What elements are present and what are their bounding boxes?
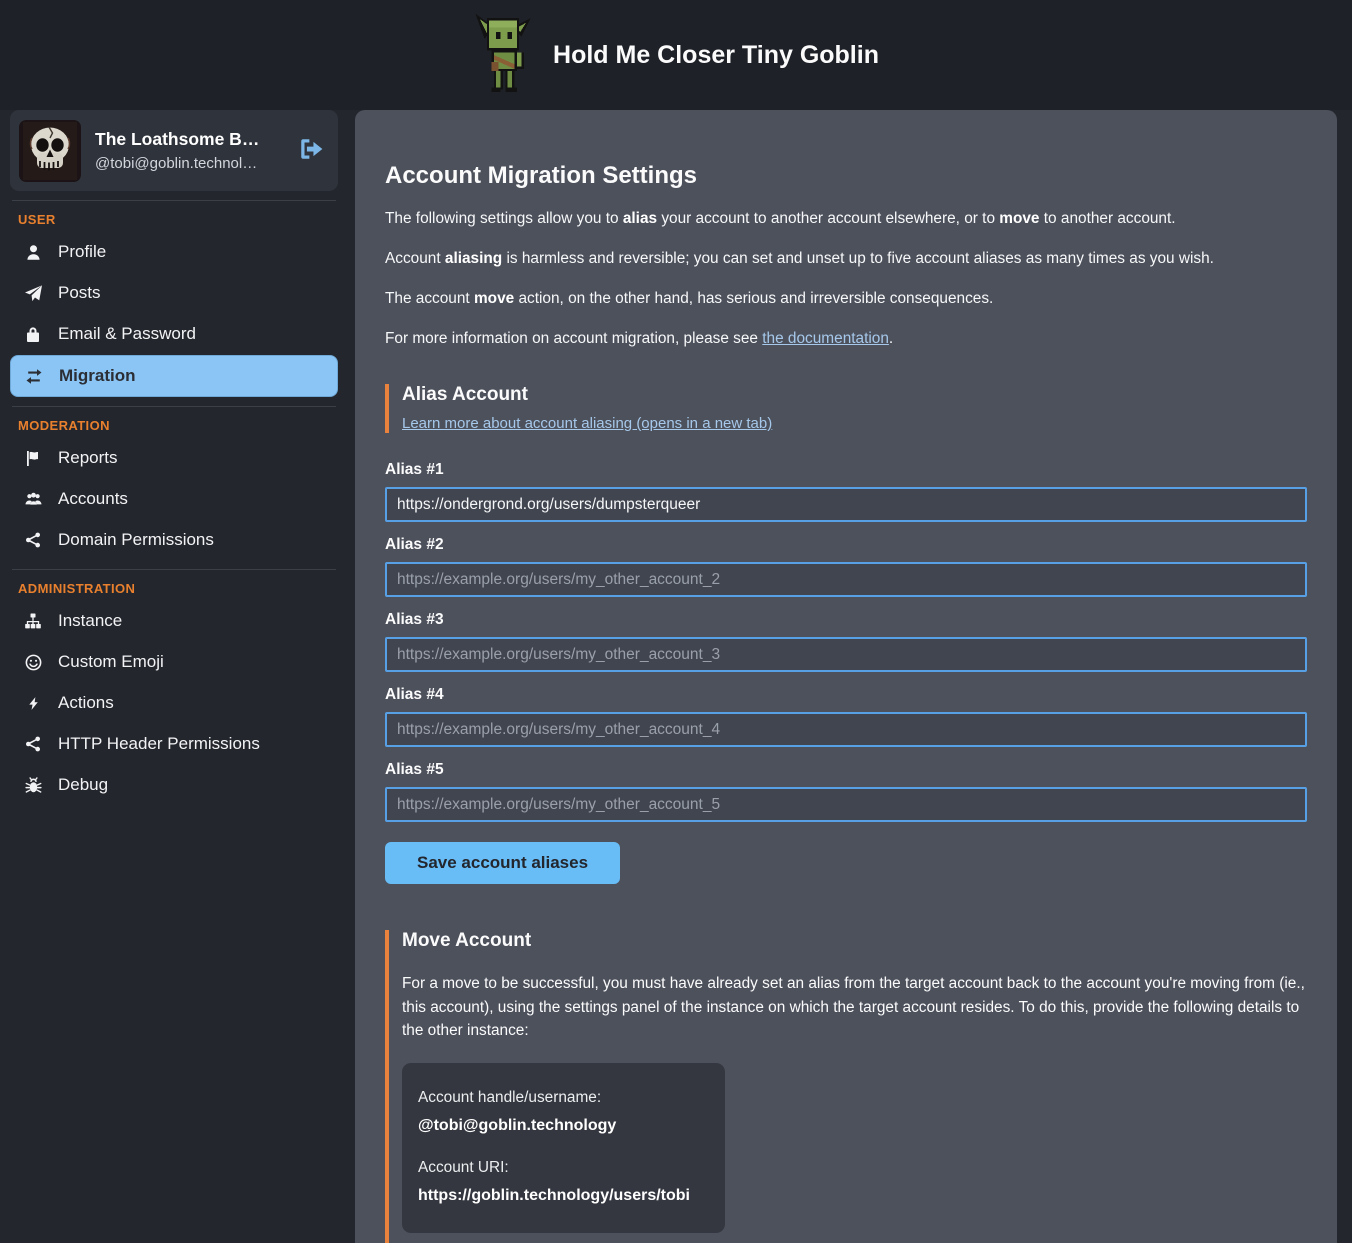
move-section-heading: Move Account [402,930,1307,952]
share-nodes-icon [23,736,43,752]
sidebar-item-posts[interactable]: Posts [10,273,338,313]
sidebar-item-label: Migration [59,366,136,386]
save-account-aliases-button[interactable]: Save account aliases [385,842,620,884]
account-uri-value: https://goblin.technology/users/tobi [418,1187,707,1205]
sidebar-item-label: HTTP Header Permissions [58,734,260,754]
sidebar-divider [12,569,336,570]
flag-icon [23,450,43,466]
migration-settings-panel: Account Migration Settings The following… [355,110,1337,1243]
sidebar-item-migration[interactable]: Migration [10,355,338,397]
user-meta: The Loathsome B… @tobi@goblin.technol… [95,129,282,172]
user-card[interactable]: The Loathsome B… @tobi@goblin.technol… [10,110,338,191]
sidebar-item-http-header-permissions[interactable]: HTTP Header Permissions [10,724,338,764]
sidebar-item-debug[interactable]: Debug [10,765,338,805]
alias-3-label: Alias #3 [385,611,1307,629]
sidebar-divider [12,200,336,201]
sign-out-button[interactable] [296,134,326,167]
account-handle-value: @tobi@goblin.technology [418,1117,707,1135]
share-nodes-icon [23,532,43,548]
sidebar-item-label: Reports [58,448,118,468]
sidebar-item-label: Posts [58,283,101,303]
sidebar-item-actions[interactable]: Actions [10,683,338,723]
intro-paragraph: The account move action, on the other ha… [385,287,1307,310]
alias-1-input[interactable] [385,487,1307,522]
sitemap-icon [23,613,43,629]
skull-avatar [19,120,81,182]
exchange-arrows-icon [24,368,44,384]
sidebar-item-label: Accounts [58,489,128,509]
nav-category-user: USER [18,212,338,227]
alias-2-label: Alias #2 [385,536,1307,554]
account-handle-label: Account handle/username: [418,1089,707,1107]
details-gap [418,1135,707,1159]
paper-plane-icon [23,285,43,301]
settings-sidebar: The Loathsome B… @tobi@goblin.technol… U… [10,110,338,806]
instance-header: Hold Me Closer Tiny Goblin [0,0,1352,110]
sidebar-item-label: Email & Password [58,324,196,344]
inline-link[interactable]: the documentation [762,330,889,347]
instance-title: Hold Me Closer Tiny Goblin [553,41,879,70]
user-display-name: The Loathsome B… [95,129,282,150]
alias-learn-more-link[interactable]: Learn more about account aliasing (opens… [402,415,772,432]
sidebar-item-label: Instance [58,611,122,631]
sidebar-item-custom-emoji[interactable]: Custom Emoji [10,642,338,682]
sidebar-item-email-password[interactable]: Email & Password [10,314,338,354]
alias-1-label: Alias #1 [385,461,1307,479]
goblin-pixel-logo [473,11,533,99]
sign-out-icon [298,136,324,162]
sidebar-item-label: Domain Permissions [58,530,214,550]
alias-4-input[interactable] [385,712,1307,747]
alias-section-heading: Alias Account [402,384,1307,406]
sidebar-item-instance[interactable]: Instance [10,601,338,641]
bug-icon [23,777,43,793]
smile-icon [23,654,43,670]
sidebar-item-label: Profile [58,242,106,262]
alias-4-label: Alias #4 [385,686,1307,704]
sidebar-item-accounts[interactable]: Accounts [10,479,338,519]
account-uri-label: Account URI: [418,1159,707,1177]
move-paragraph: For a move to be successful, you must ha… [402,972,1307,1043]
nav-category-moderation: MODERATION [18,418,338,433]
move-account-section: Move Account For a move to be successful… [385,930,1307,1243]
user-icon [23,244,43,260]
alias-5-input[interactable] [385,787,1307,822]
alias-2-input[interactable] [385,562,1307,597]
page-title: Account Migration Settings [385,162,1307,190]
nav-category-administration: ADMINISTRATION [18,581,338,596]
account-details-box: Account handle/username: @tobi@goblin.te… [402,1063,725,1233]
alias-5-label: Alias #5 [385,761,1307,779]
lock-icon [23,326,43,342]
sidebar-divider [12,406,336,407]
bolt-icon [23,695,43,711]
alias-3-input[interactable] [385,637,1307,672]
intro-paragraph: Account aliasing is harmless and reversi… [385,247,1307,270]
alias-account-section: Alias Account Learn more about account a… [385,384,1307,433]
sidebar-item-profile[interactable]: Profile [10,232,338,272]
user-handle: @tobi@goblin.technol… [95,155,282,172]
intro-paragraph: The following settings allow you to alia… [385,207,1307,230]
sidebar-item-label: Actions [58,693,114,713]
sidebar-item-domain-permissions[interactable]: Domain Permissions [10,520,338,560]
sidebar-item-label: Custom Emoji [58,652,164,672]
alias-form: Alias #1 Alias #2 Alias #3 Alias #4 Alia… [385,461,1307,884]
users-icon [23,491,43,507]
sidebar-item-label: Debug [58,775,108,795]
intro-paragraph: For more information on account migratio… [385,327,1307,350]
sidebar-item-reports[interactable]: Reports [10,438,338,478]
